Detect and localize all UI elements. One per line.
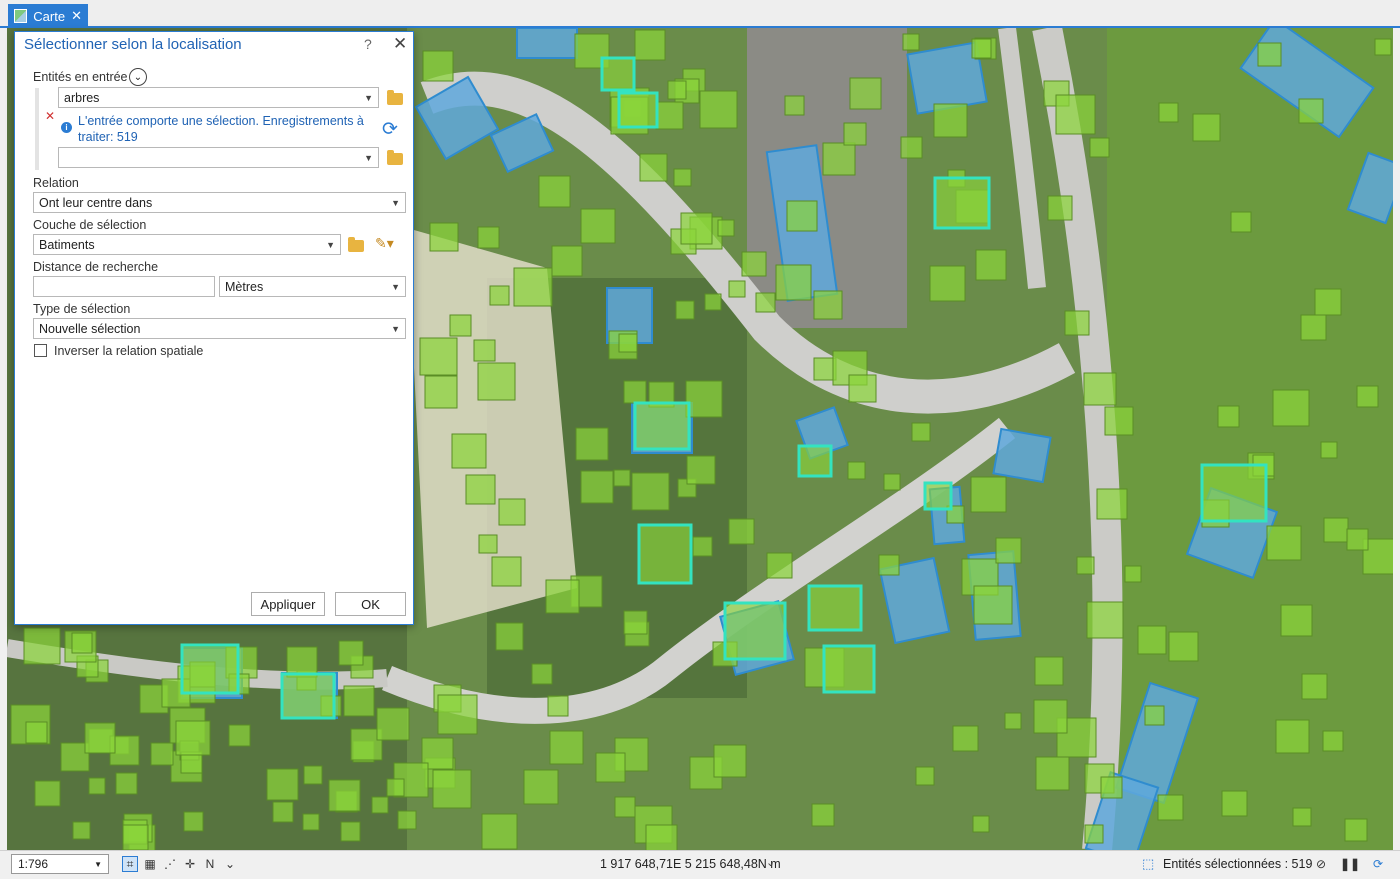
- search-distance-input[interactable]: [33, 276, 215, 297]
- search-distance-label: Distance de recherche: [33, 260, 159, 274]
- selected-count: Entités sélectionnées : 519: [1163, 857, 1313, 871]
- chevron-down-icon[interactable]: ⌄: [222, 856, 238, 872]
- crosshair-icon[interactable]: ✛: [182, 856, 198, 872]
- select-by-location-dialog: Sélectionner selon la localisation ? ✕ E…: [14, 31, 414, 625]
- distance-unit-value: Mètres: [225, 279, 264, 294]
- selection-message: L'entrée comporte une sélection. Enregis…: [78, 114, 364, 144]
- invert-checkbox[interactable]: [34, 344, 47, 357]
- tab-bar: Carte ✕: [0, 0, 1400, 28]
- pencil-icon[interactable]: ✎▾: [375, 235, 394, 252]
- refresh-filter-icon[interactable]: ⊘: [1313, 856, 1329, 872]
- chevron-down-icon: ▼: [94, 859, 102, 869]
- chevron-down-icon[interactable]: ⌄: [766, 856, 775, 869]
- input-features-value-1: arbres: [64, 90, 100, 105]
- selecting-layer-label: Couche de sélection: [33, 218, 147, 232]
- chevron-down-icon: ▼: [364, 92, 373, 103]
- apply-button[interactable]: Appliquer: [251, 592, 325, 616]
- chevron-down-icon: ▼: [326, 239, 335, 250]
- tab-label: Carte: [33, 8, 66, 24]
- selection-type-select[interactable]: Nouvelle sélection ▼: [33, 318, 406, 339]
- input-features-select-1[interactable]: arbres ▼: [58, 87, 379, 108]
- close-icon[interactable]: ✕: [393, 34, 407, 54]
- scale-select[interactable]: 1:796 ▼: [11, 854, 109, 874]
- refresh-icon[interactable]: ⟳: [382, 118, 398, 141]
- dialog-title: Sélectionner selon la localisation: [24, 36, 242, 53]
- north-arrow-icon[interactable]: N: [202, 856, 218, 872]
- refresh-icon[interactable]: ⟳: [1370, 856, 1386, 872]
- selection-type-value: Nouvelle sélection: [39, 321, 141, 336]
- selecting-layer-value: Batiments: [39, 237, 95, 252]
- input-features-label: Entités en entrée: [33, 70, 128, 84]
- grid-icon[interactable]: ▦: [142, 856, 158, 872]
- selection-icon: ⬚: [1142, 856, 1155, 871]
- folder-icon[interactable]: [348, 237, 364, 252]
- scale-value: 1:796: [18, 857, 49, 871]
- relation-value: Ont leur centre dans: [39, 195, 153, 210]
- ok-button[interactable]: OK: [335, 592, 406, 616]
- input-group-bar: [35, 88, 39, 170]
- close-icon[interactable]: ✕: [71, 8, 82, 24]
- help-icon[interactable]: ?: [364, 36, 372, 52]
- constraints-icon[interactable]: ⋰: [162, 856, 178, 872]
- coordinates-readout: 1 917 648,71E 5 215 648,48N m: [600, 857, 781, 871]
- folder-icon[interactable]: [387, 150, 403, 165]
- selection-type-label: Type de sélection: [33, 302, 131, 316]
- info-icon: i: [61, 122, 72, 133]
- pause-icon[interactable]: ❚❚: [1340, 856, 1360, 872]
- chevron-down-icon: ▼: [391, 281, 400, 292]
- selecting-layer-select[interactable]: Batiments ▼: [33, 234, 341, 255]
- chevron-down-icon[interactable]: ⌄: [129, 68, 147, 86]
- chevron-down-icon: ▼: [391, 197, 400, 208]
- folder-icon[interactable]: [387, 90, 403, 105]
- invert-label: Inverser la relation spatiale: [54, 344, 204, 358]
- relation-select[interactable]: Ont leur centre dans ▼: [33, 192, 406, 213]
- input-features-select-2[interactable]: ▼: [58, 147, 379, 168]
- status-bar: 1:796 ▼ ⌗ ▦ ⋰ ✛ N ⌄ 1 917 648,71E 5 215 …: [0, 850, 1400, 879]
- relation-label: Relation: [33, 176, 79, 190]
- snapping-icon[interactable]: ⌗: [122, 856, 138, 872]
- chevron-down-icon: ▼: [391, 323, 400, 334]
- remove-icon[interactable]: ✕: [45, 109, 55, 123]
- chevron-down-icon: ▼: [364, 152, 373, 163]
- map-icon: [14, 9, 28, 23]
- distance-unit-select[interactable]: Mètres ▼: [219, 276, 406, 297]
- tab-map[interactable]: Carte ✕: [8, 4, 88, 28]
